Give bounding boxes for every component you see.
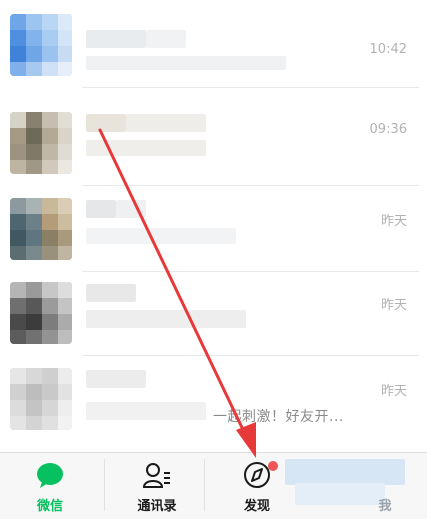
tab-label: 微信 (36, 499, 63, 514)
chat-time: 昨天 (380, 384, 407, 399)
blurred-name (146, 30, 186, 48)
divider (104, 459, 105, 511)
contacts-icon (142, 461, 172, 489)
chat-list-item[interactable]: 昨天 (0, 272, 427, 356)
tab-label: 我 (378, 499, 392, 514)
divider (82, 185, 419, 186)
blurred-name (116, 200, 146, 218)
blurred-overlay (285, 459, 405, 485)
blurred-message (86, 228, 236, 244)
avatar (10, 282, 72, 344)
blurred-name (86, 200, 116, 218)
tab-contacts[interactable]: 通讯录 (107, 453, 207, 519)
tab-chats[interactable]: 微信 (0, 453, 100, 519)
notification-dot (268, 461, 278, 471)
tab-me[interactable]: 我 (285, 453, 410, 519)
blurred-name (126, 114, 206, 132)
chat-list-item[interactable]: 昨天 (0, 188, 427, 272)
blurred-name (86, 30, 146, 48)
chat-list-item[interactable]: 昨天 (0, 358, 427, 450)
tab-label: 发现 (243, 499, 270, 514)
bottom-tab-bar: 微信 通讯录 发现 我 (0, 452, 427, 519)
chat-time: 10:42 (369, 42, 407, 57)
chat-time: 昨天 (380, 298, 407, 313)
divider (204, 459, 205, 511)
blurred-message (86, 310, 246, 328)
chat-list-item[interactable]: 09:36 (0, 102, 427, 186)
blurred-message (86, 56, 286, 70)
chat-message-preview: 一起刺激！好友开... (213, 409, 344, 425)
wechat-screen: 10:42 09:36 昨天 昨天 昨天 一起刺激！好友开... 微信 通讯录 … (0, 0, 427, 519)
chat-time: 昨天 (380, 214, 407, 229)
chat-bubble-icon (35, 461, 65, 489)
chat-time: 09:36 (369, 122, 407, 137)
tab-label: 通讯录 (137, 499, 177, 514)
avatar (10, 112, 72, 174)
avatar (10, 198, 72, 260)
chat-list-item[interactable]: 10:42 (0, 4, 427, 88)
blurred-message (86, 402, 206, 420)
avatar (10, 368, 72, 430)
blurred-name (86, 284, 136, 302)
avatar (10, 14, 72, 76)
divider (82, 355, 419, 356)
chat-list: 10:42 09:36 昨天 昨天 昨天 一起刺激！好友开... (0, 0, 427, 452)
divider (82, 87, 419, 88)
blurred-message (86, 140, 206, 156)
blurred-name (86, 114, 126, 132)
blurred-name (86, 370, 146, 388)
